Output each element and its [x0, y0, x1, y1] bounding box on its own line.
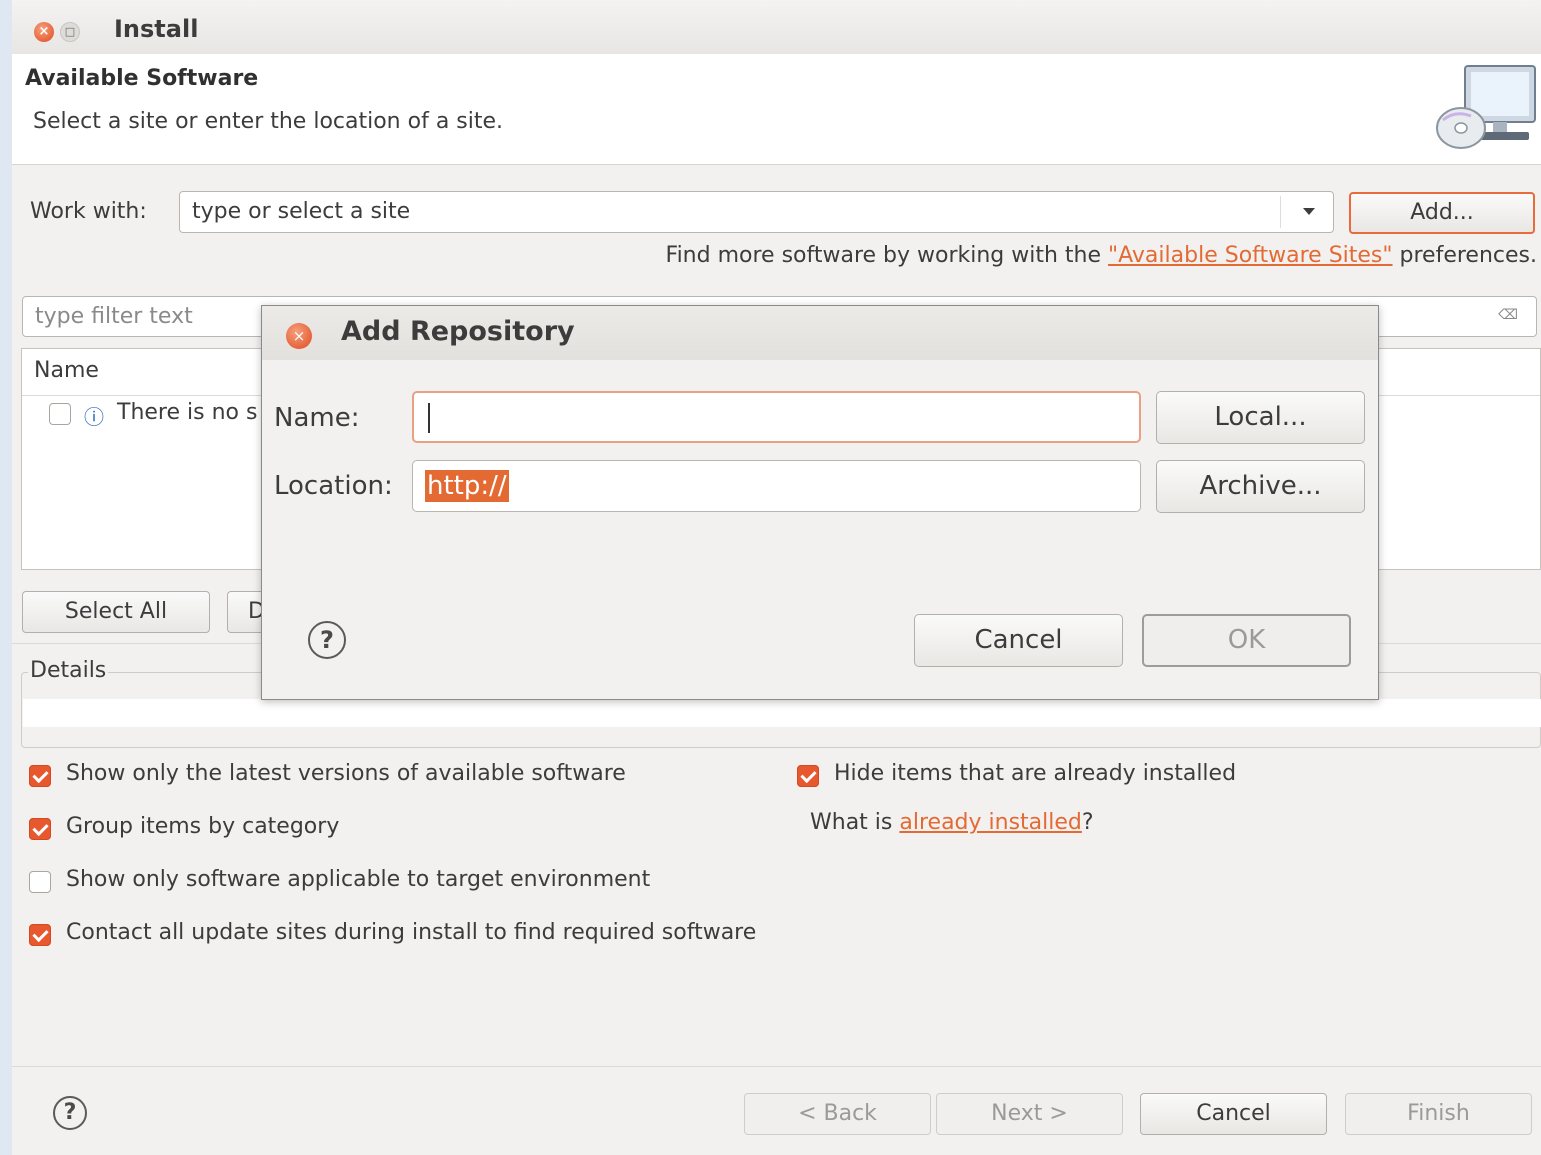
location-field[interactable]: http://	[412, 460, 1141, 512]
find-more-suffix: preferences.	[1392, 243, 1537, 268]
group-by-category-label: Group items by category	[66, 814, 340, 839]
available-software-sites-link[interactable]: "Available Software Sites"	[1108, 243, 1393, 268]
target-env-checkbox[interactable]	[29, 871, 51, 893]
find-more-prefix: Find more software by working with the	[665, 243, 1109, 268]
dialog-cancel-button[interactable]: Cancel	[914, 614, 1123, 667]
archive-button[interactable]: Archive...	[1156, 460, 1365, 513]
chevron-down-icon[interactable]	[1303, 208, 1315, 215]
location-value: http://	[425, 470, 509, 502]
contact-sites-checkbox[interactable]	[29, 924, 51, 946]
what-is-suffix: ?	[1081, 810, 1094, 835]
add-site-button[interactable]: Add...	[1349, 192, 1535, 234]
cancel-button[interactable]: Cancel	[1140, 1093, 1327, 1135]
page-description: Select a site or enter the location of a…	[33, 109, 504, 134]
details-label: Details	[28, 658, 109, 683]
filter-placeholder: type filter text	[35, 304, 193, 329]
group-by-category-checkbox[interactable]	[29, 818, 51, 840]
name-column-header[interactable]: Name	[34, 358, 99, 383]
work-with-combo[interactable]: type or select a site	[179, 191, 1334, 233]
show-latest-checkbox[interactable]	[29, 765, 51, 787]
name-label: Name:	[274, 403, 360, 433]
select-all-button[interactable]: Select All	[22, 591, 210, 633]
details-text-area	[23, 699, 1541, 727]
name-field[interactable]	[412, 391, 1141, 443]
target-env-label: Show only software applicable to target …	[66, 867, 651, 892]
tree-row-text: There is no s	[117, 400, 258, 425]
hide-installed-label: Hide items that are already installed	[834, 761, 1237, 786]
dialog-title: Add Repository	[341, 316, 575, 347]
close-window-icon[interactable]: ×	[34, 22, 54, 42]
close-dialog-icon[interactable]: ×	[286, 323, 312, 349]
monitor-cd-icon	[1436, 65, 1536, 149]
dialog-help-icon[interactable]: ?	[308, 621, 346, 659]
finish-button[interactable]: Finish	[1345, 1093, 1532, 1135]
contact-sites-label: Contact all update sites during install …	[66, 920, 757, 945]
work-with-label: Work with:	[30, 199, 147, 224]
text-caret	[428, 403, 430, 433]
page-title: Available Software	[25, 66, 259, 91]
title-bar: × □ Install	[12, 0, 1541, 55]
what-is-prefix: What is	[810, 810, 900, 835]
next-button[interactable]: Next >	[936, 1093, 1123, 1135]
local-button[interactable]: Local...	[1156, 391, 1365, 444]
info-icon: ⓘ	[84, 405, 104, 429]
window-title: Install	[114, 15, 199, 43]
clear-filter-icon[interactable]: ⌫	[1498, 307, 1518, 323]
dialog-title-bar: × Add Repository	[262, 306, 1378, 360]
footer-separator	[12, 1066, 1541, 1067]
back-button[interactable]: < Back	[744, 1093, 931, 1135]
work-with-placeholder: type or select a site	[192, 199, 411, 224]
dialog-ok-button[interactable]: OK	[1142, 614, 1351, 667]
already-installed-link[interactable]: already installed	[899, 810, 1082, 835]
hide-installed-checkbox[interactable]	[797, 765, 819, 787]
what-is-installed-text: What is already installed?	[810, 810, 1094, 835]
combo-divider	[1280, 196, 1281, 228]
help-icon[interactable]: ?	[53, 1096, 87, 1130]
location-label: Location:	[274, 471, 393, 501]
tree-row-checkbox[interactable]	[49, 403, 71, 425]
maximize-window-icon[interactable]: □	[60, 22, 80, 42]
show-latest-label: Show only the latest versions of availab…	[66, 761, 626, 786]
header-banner: Available Software Select a site or ente…	[12, 54, 1541, 165]
add-repository-dialog: × Add Repository Name: Local... Location…	[261, 305, 1379, 700]
find-more-text: Find more software by working with the "…	[666, 243, 1537, 268]
